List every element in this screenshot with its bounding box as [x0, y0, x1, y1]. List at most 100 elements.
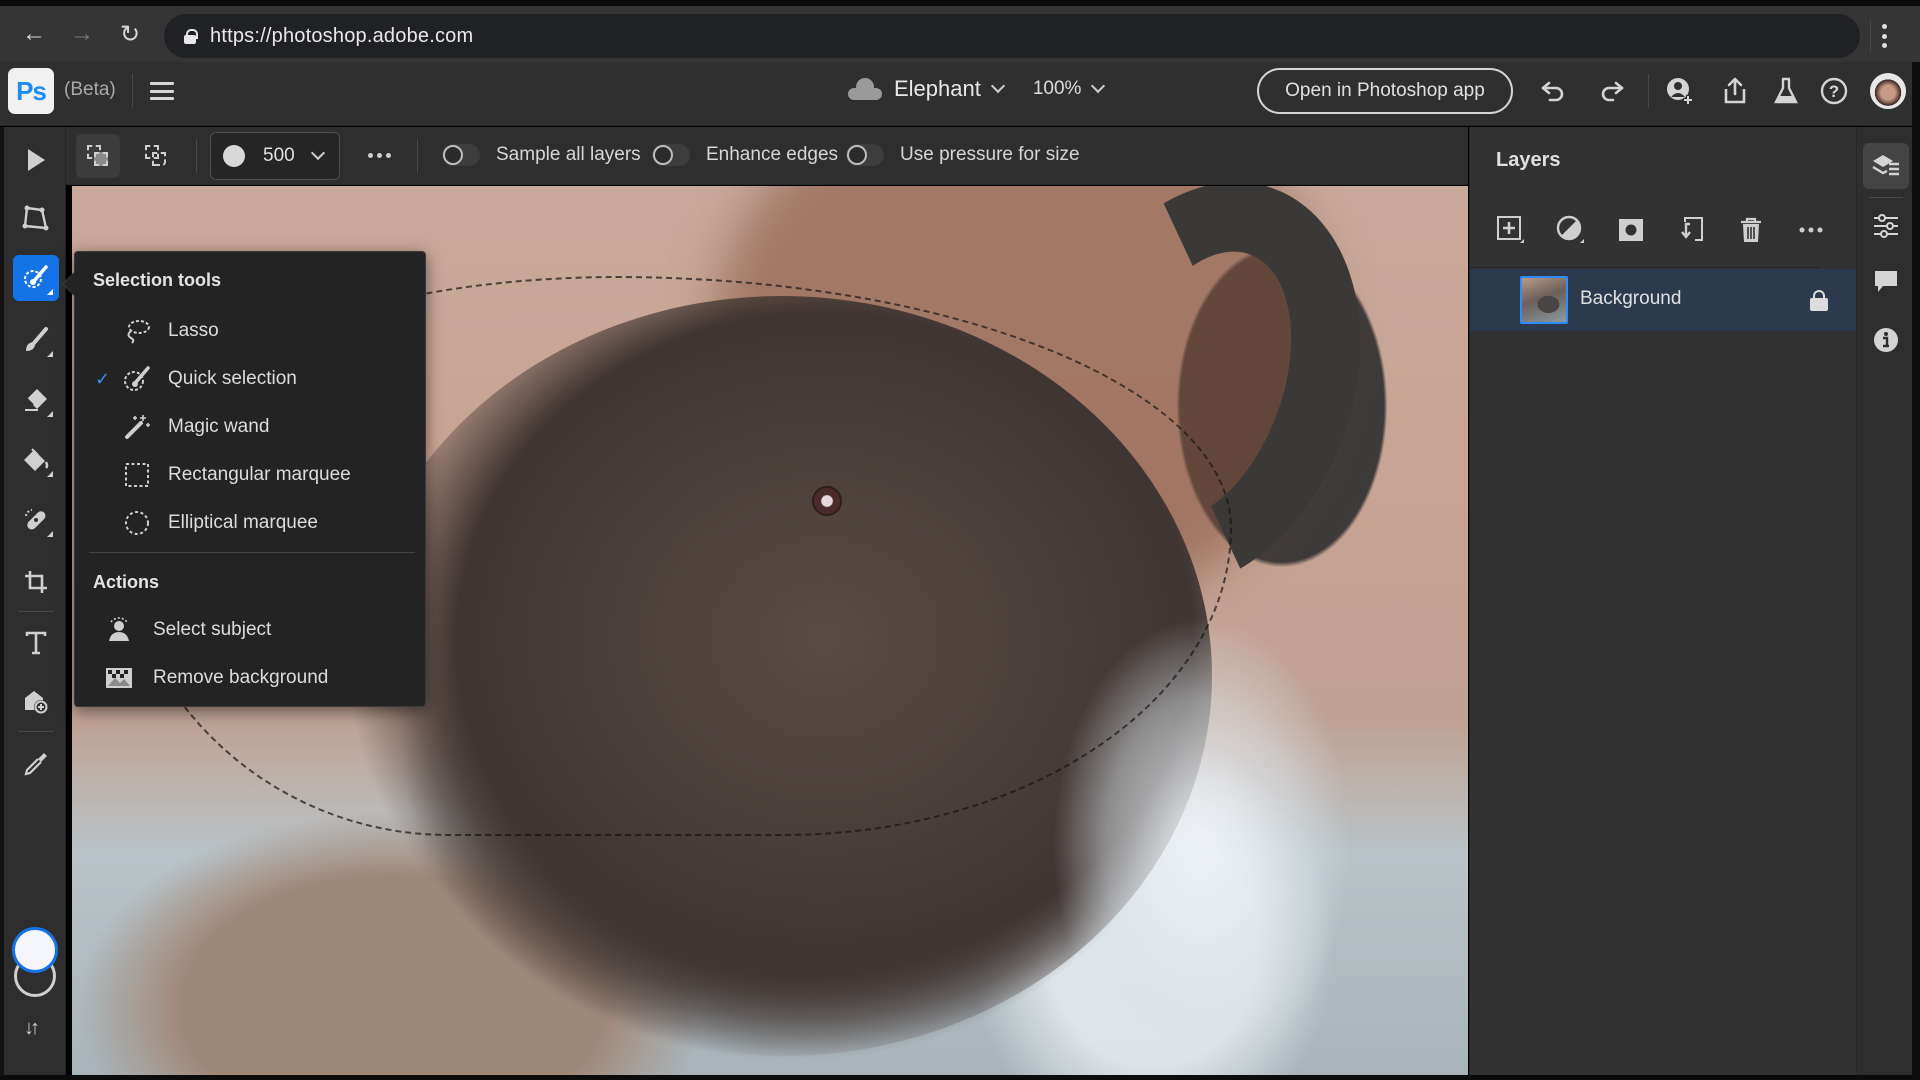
- add-to-selection-icon: [87, 145, 109, 167]
- chevron-down-icon: [310, 145, 325, 161]
- reload-button[interactable]: ↻: [116, 20, 144, 48]
- divider: [18, 611, 54, 612]
- menu-item-quick-selection[interactable]: ✓ Quick selection: [75, 356, 425, 402]
- arrow-left-icon: ←: [22, 20, 46, 47]
- kebab-menu-icon[interactable]: [1880, 24, 1888, 48]
- help-button[interactable]: ?: [1819, 76, 1849, 106]
- tool-crop[interactable]: [13, 559, 59, 605]
- chevron-down-icon[interactable]: [990, 78, 1005, 94]
- photoshop-logo[interactable]: Ps: [8, 68, 54, 114]
- app-header: Ps (Beta) Elephant 100% Open in Photosho…: [0, 62, 1920, 126]
- menu-item-magic-wand[interactable]: Magic wand: [75, 404, 425, 450]
- tool-brush[interactable]: [13, 317, 59, 363]
- svg-text:?: ?: [1829, 82, 1839, 101]
- layers-actions: [1496, 211, 1826, 251]
- adjustment-layer-icon[interactable]: [1556, 215, 1586, 245]
- use-pressure-toggle[interactable]: [846, 144, 884, 166]
- layers-panel: Layers Background: [1469, 127, 1857, 1075]
- tool-eyedropper[interactable]: [13, 741, 59, 787]
- hamburger-menu-icon[interactable]: [150, 82, 174, 100]
- properties-panel-button[interactable]: [1863, 203, 1909, 249]
- zoom-level[interactable]: 100%: [1033, 78, 1082, 100]
- add-to-selection-button[interactable]: [76, 134, 120, 178]
- enhance-edges-toggle[interactable]: [652, 144, 690, 166]
- redo-button[interactable]: [1597, 76, 1627, 106]
- chevron-down-icon[interactable]: [1091, 78, 1106, 94]
- delete-icon[interactable]: [1736, 215, 1766, 245]
- tool-add-image[interactable]: [13, 679, 59, 725]
- tool-type[interactable]: [13, 620, 59, 666]
- magic-wand-icon: [123, 413, 151, 441]
- layer-row[interactable]: Background: [1470, 269, 1857, 331]
- divider: [1870, 20, 1871, 52]
- arrow-right-icon: →: [70, 20, 94, 47]
- share-button[interactable]: [1720, 76, 1750, 106]
- layers-panel-title: Layers: [1496, 149, 1561, 171]
- brush-size-value: 500: [263, 145, 295, 166]
- open-in-photoshop-app-button[interactable]: Open in Photoshop app: [1257, 68, 1513, 114]
- undo-button[interactable]: [1538, 76, 1568, 106]
- tool-paint-bucket[interactable]: [13, 437, 59, 483]
- divider: [1470, 267, 1820, 268]
- forward-button[interactable]: →: [68, 20, 96, 48]
- tool-quick-selection[interactable]: [13, 255, 59, 301]
- foreground-color-swatch[interactable]: [12, 927, 58, 973]
- more-icon[interactable]: [1796, 215, 1826, 245]
- panel-switcher-strip: [1856, 127, 1912, 1075]
- address-bar[interactable]: https://photoshop.adobe.com: [164, 14, 1860, 58]
- menu-item-lasso[interactable]: Lasso: [75, 308, 425, 354]
- select-subject-icon: [105, 616, 133, 644]
- tool-healing-brush[interactable]: [13, 497, 59, 543]
- add-mask-icon[interactable]: [1616, 215, 1646, 245]
- more-options-icon[interactable]: [368, 153, 391, 158]
- window-edge: [0, 1075, 1920, 1080]
- eyedropper-icon: [24, 753, 47, 776]
- back-button[interactable]: ←: [20, 20, 48, 48]
- divider: [89, 552, 415, 553]
- menu-item-rectangular-marquee[interactable]: Rectangular marquee: [75, 452, 425, 498]
- divider: [1648, 74, 1649, 108]
- lock-icon: [184, 29, 198, 44]
- brush-size-dropdown[interactable]: 500: [210, 132, 340, 180]
- avatar[interactable]: [1870, 73, 1906, 109]
- tool-move[interactable]: [13, 137, 59, 183]
- lock-icon[interactable]: [1810, 290, 1828, 312]
- actions-heading: Actions: [93, 572, 160, 592]
- layer-thumbnail: [1520, 276, 1568, 324]
- enhance-edges-label: Enhance edges: [706, 144, 839, 165]
- menu-item-remove-background[interactable]: Remove background: [75, 655, 425, 701]
- elliptical-marquee-icon: [123, 509, 151, 537]
- reload-icon: ↻: [119, 20, 141, 48]
- clip-to-below-icon[interactable]: [1676, 215, 1706, 245]
- tool-eraser[interactable]: [13, 377, 59, 423]
- cloud-document-icon: [848, 78, 882, 100]
- comments-panel-button[interactable]: [1863, 259, 1909, 305]
- menu-item-label: Elliptical marquee: [168, 512, 318, 533]
- add-image-icon: [25, 691, 48, 714]
- layer-name: Background: [1580, 288, 1682, 309]
- menu-item-elliptical-marquee[interactable]: Elliptical marquee: [75, 500, 425, 546]
- layers-icon: [1872, 155, 1899, 176]
- menu-item-label: Quick selection: [168, 368, 297, 389]
- tool-transform[interactable]: [13, 195, 59, 241]
- window-edge: [1912, 62, 1920, 1080]
- eraser-icon: [25, 389, 47, 411]
- menu-item-select-subject[interactable]: Select subject: [75, 607, 425, 653]
- info-panel-button[interactable]: [1863, 317, 1909, 363]
- invite-button[interactable]: [1665, 76, 1695, 106]
- subtract-from-selection-button[interactable]: [134, 134, 178, 178]
- layers-panel-button[interactable]: [1863, 143, 1909, 189]
- subtract-from-selection-icon: [145, 145, 167, 167]
- remove-background-icon: [105, 664, 133, 692]
- labs-button[interactable]: [1771, 76, 1801, 106]
- swap-colors-icon[interactable]: ↓↑: [24, 1017, 40, 1040]
- menu-item-label: Remove background: [153, 667, 329, 688]
- document-title[interactable]: Elephant: [894, 76, 981, 102]
- add-layer-icon[interactable]: [1496, 215, 1526, 245]
- help-icon: ?: [1820, 77, 1848, 105]
- menu-item-label: Lasso: [168, 320, 219, 341]
- menu-item-label: Rectangular marquee: [168, 464, 351, 485]
- sample-all-layers-toggle[interactable]: [442, 144, 480, 166]
- labs-flask-icon: [1774, 77, 1798, 104]
- lasso-icon: [123, 317, 151, 345]
